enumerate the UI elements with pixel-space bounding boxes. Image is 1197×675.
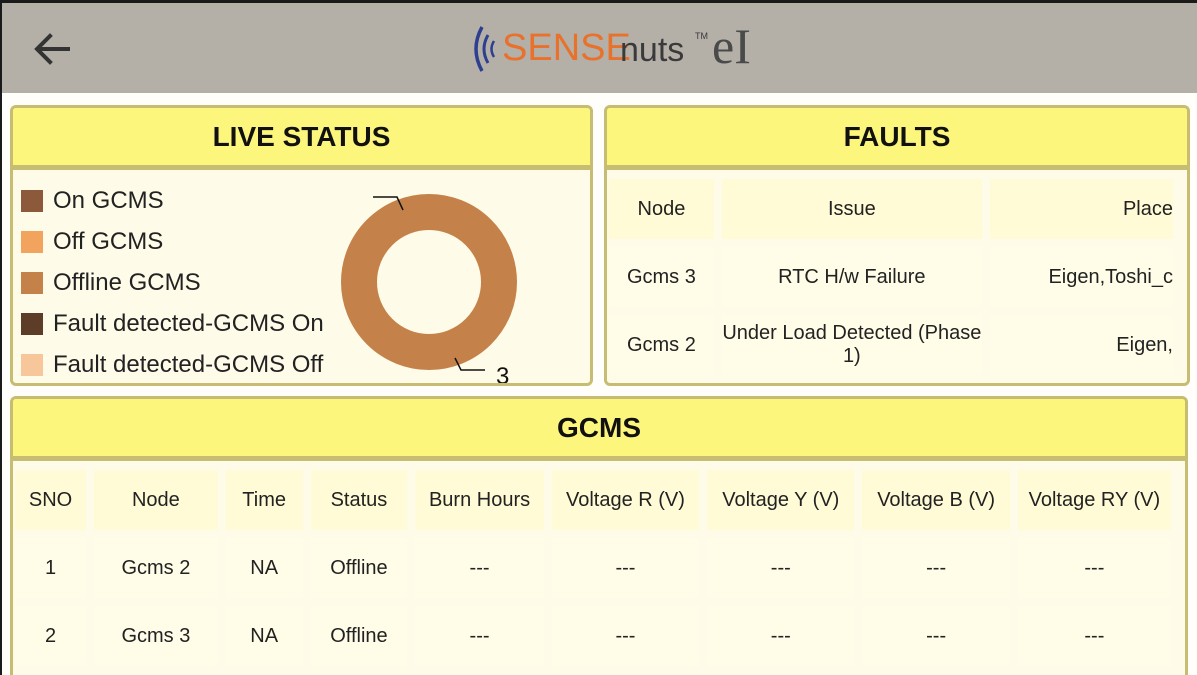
gcms-cell: --- — [707, 606, 855, 666]
legend-item[interactable]: Fault detected-GCMS Off — [21, 344, 324, 383]
legend-swatch — [21, 312, 43, 335]
table-row[interactable]: 2 Gcms 3 NA Offline --- --- --- --- --- — [15, 606, 1171, 666]
gcms-column-header[interactable]: Status — [310, 470, 408, 530]
brand-ei: eI — [712, 18, 751, 74]
faults-cell: Eigen,Toshi_c — [989, 247, 1173, 307]
faults-title: FAULTS — [607, 108, 1187, 170]
faults-column-header[interactable]: Issue — [721, 179, 982, 239]
donut-slice[interactable] — [341, 194, 517, 370]
legend-label: Fault detected-GCMS On — [53, 309, 324, 337]
gcms-cell: Gcms 3 — [94, 606, 218, 666]
status-donut-chart: 3 — [341, 194, 517, 386]
gcms-cell: Gcms 2 — [94, 538, 218, 598]
gcms-cell: NA — [225, 538, 303, 598]
faults-panel: FAULTS Node Issue Place Gcms 3 RTC H/w Fail… — [604, 105, 1190, 386]
gcms-column-header[interactable]: Time — [225, 470, 303, 530]
gcms-table: SNO Node Time Status Burn Hours Voltage R (V)… — [13, 462, 1179, 674]
faults-header-row: Node Issue Place — [609, 179, 1173, 239]
gcms-cell: 1 — [15, 538, 87, 598]
gcms-column-header[interactable]: Voltage Y (V) — [707, 470, 855, 530]
legend-swatch — [21, 353, 43, 376]
legend-item[interactable]: On GCMS — [21, 180, 324, 221]
brand-trademark: TM — [695, 31, 708, 41]
table-row[interactable]: Gcms 3 RTC H/w Failure Eigen,Toshi_c — [609, 247, 1173, 307]
gcms-cell: --- — [415, 606, 544, 666]
legend-item[interactable]: Off GCMS — [21, 221, 324, 262]
legend-item[interactable]: Fault detected-GCMS On — [21, 303, 324, 344]
gcms-cell: --- — [862, 538, 1010, 598]
back-button[interactable] — [28, 25, 76, 73]
gcms-cell: --- — [707, 538, 855, 598]
gcms-cell: --- — [415, 538, 544, 598]
gcms-title: GCMS — [13, 399, 1185, 461]
brand-sense: SENSE — [502, 27, 631, 69]
gcms-column-header[interactable]: Node — [94, 470, 218, 530]
arrow-left-icon — [34, 33, 70, 65]
legend-label: Fault detected-GCMS Off — [53, 350, 324, 378]
gcms-cell: --- — [862, 606, 1010, 666]
live-status-title: LIVE STATUS — [13, 108, 590, 170]
gcms-header-row: SNO Node Time Status Burn Hours Voltage R (V)… — [15, 470, 1171, 530]
legend-swatch — [21, 271, 43, 294]
gcms-cell: Offline — [310, 538, 408, 598]
gcms-panel: GCMS SNO Node Time Status Burn Hours Voltage … — [10, 396, 1188, 675]
gcms-column-header[interactable]: Voltage R (V) — [551, 470, 700, 530]
gcms-column-header[interactable]: Burn Hours — [415, 470, 544, 530]
gcms-cell: --- — [551, 606, 700, 666]
gcms-cell: NA — [225, 606, 303, 666]
chart-legend: On GCMS Off GCMS Offline GCMS Fault detecte… — [21, 180, 324, 383]
table-row[interactable]: 1 Gcms 2 NA Offline --- --- --- --- --- — [15, 538, 1171, 598]
legend-label: Off GCMS — [53, 227, 164, 255]
faults-cell: RTC H/w Failure — [721, 247, 982, 307]
legend-label: On GCMS — [53, 186, 164, 214]
gcms-column-header[interactable]: SNO — [15, 470, 87, 530]
faults-cell: Eigen, — [989, 315, 1173, 375]
brand-nuts: nuts — [620, 31, 685, 69]
brand-logo: SENSE nuts TM eI — [470, 17, 770, 77]
faults-column-header[interactable]: Place — [989, 179, 1173, 239]
legend-swatch — [21, 230, 43, 253]
gcms-column-header[interactable]: Voltage RY (V) — [1017, 470, 1171, 530]
donut-data-label: 3 — [496, 363, 509, 386]
faults-column-header[interactable]: Node — [609, 179, 714, 239]
faults-cell: Gcms 2 — [609, 315, 714, 375]
gcms-cell: 2 — [15, 606, 87, 666]
gcms-cell: Offline — [310, 606, 408, 666]
gcms-cell: --- — [551, 538, 700, 598]
table-row[interactable]: Gcms 2 Under Load Detected (Phase 1) Eigen… — [609, 315, 1173, 375]
legend-swatch — [21, 189, 43, 212]
app-header: SENSE nuts TM eI — [2, 3, 1197, 93]
faults-cell: Under Load Detected (Phase 1) — [721, 315, 982, 375]
faults-table: Node Issue Place Gcms 3 RTC H/w Failure Eige… — [607, 171, 1181, 383]
live-status-panel: LIVE STATUS On GCMS Off GCMS Offline GCMS F… — [10, 105, 593, 386]
gcms-cell: --- — [1017, 538, 1171, 598]
gcms-cell: --- — [1017, 606, 1171, 666]
faults-cell: Gcms 3 — [609, 247, 714, 307]
legend-label: Offline GCMS — [53, 268, 201, 296]
legend-item[interactable]: Offline GCMS — [21, 262, 324, 303]
gcms-column-header[interactable]: Voltage B (V) — [862, 470, 1010, 530]
app-frame: SENSE nuts TM eI LIVE STATUS On GCMS Off … — [0, 0, 1197, 675]
signal-waves-icon — [474, 26, 496, 72]
